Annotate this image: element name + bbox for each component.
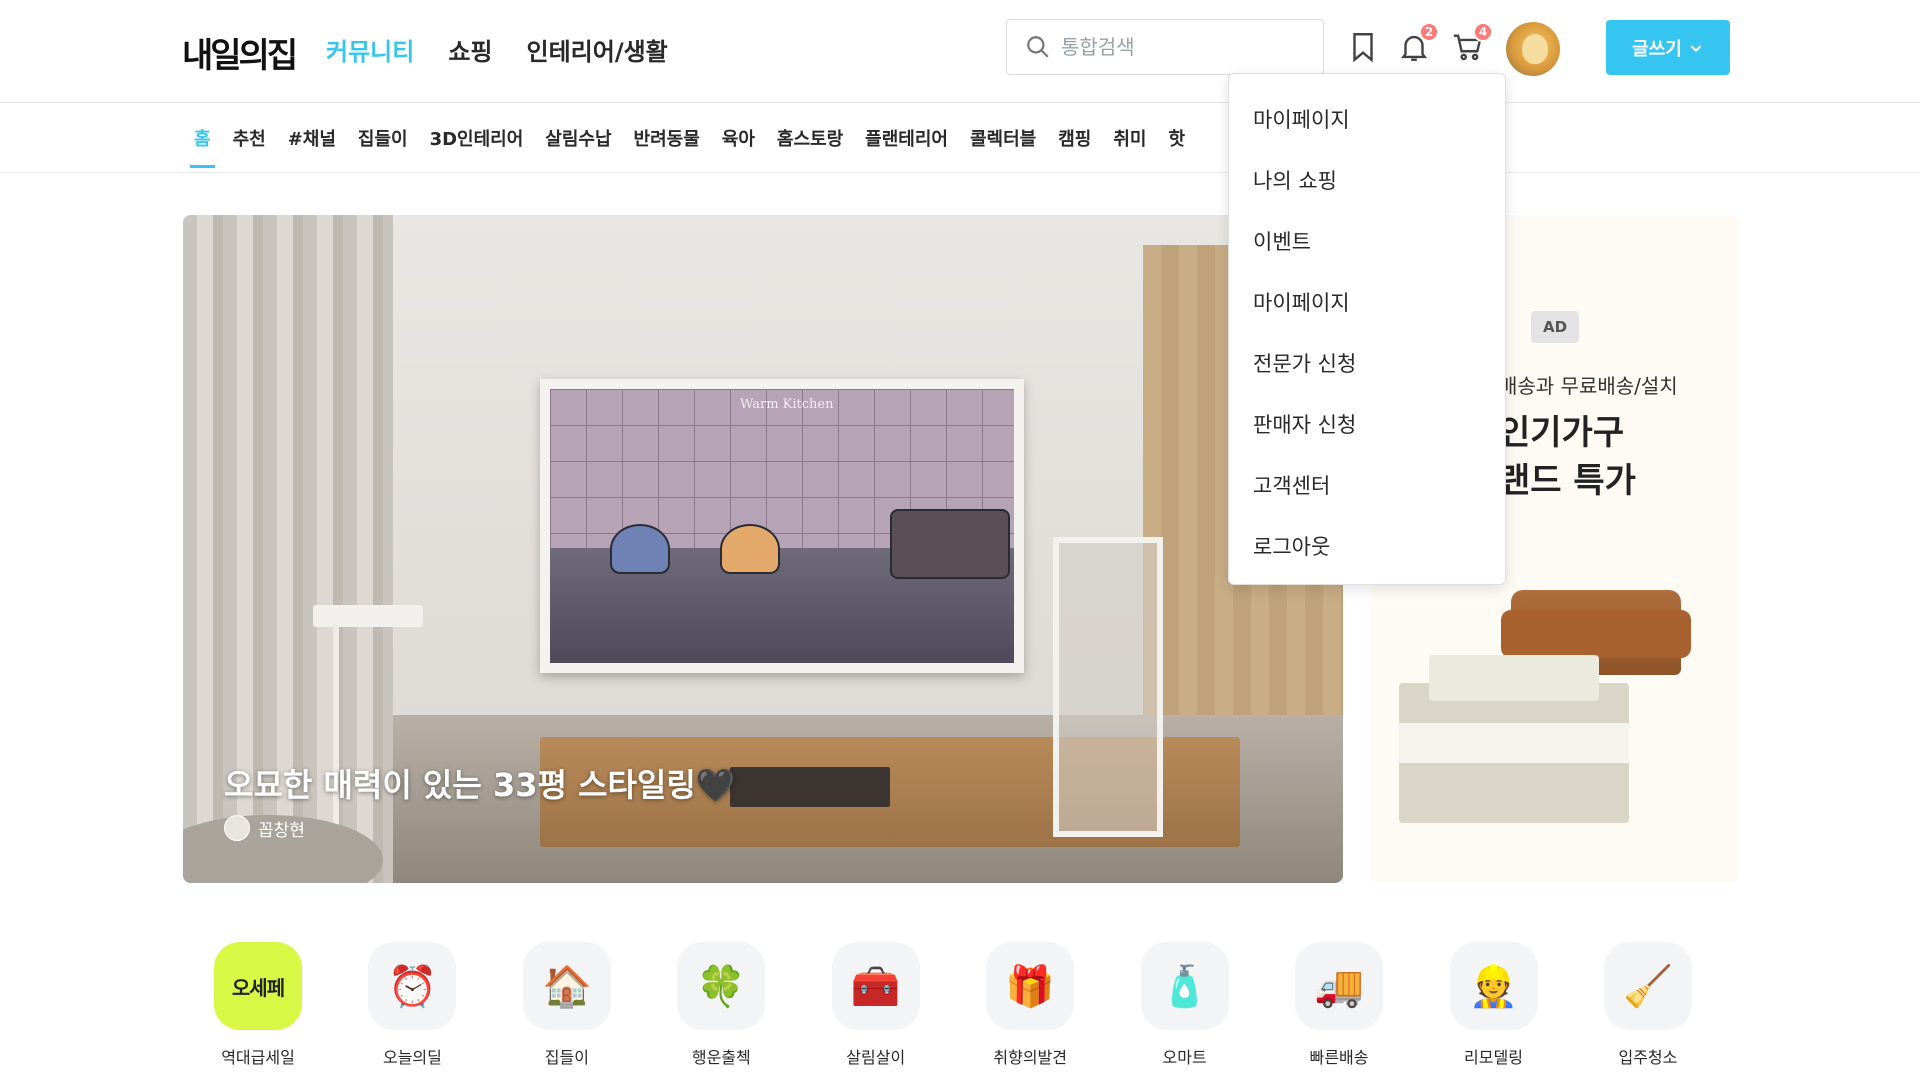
ad-headline-1: 인기가구: [1499, 413, 1625, 453]
nav-shopping[interactable]: 쇼핑: [448, 32, 492, 67]
quick-item-todays-deal[interactable]: ⏰ 오늘의딜: [347, 942, 477, 1068]
dropdown-item-mypage[interactable]: 마이페이지: [1229, 88, 1505, 149]
quick-item-lucky-checkin[interactable]: 🍀 행운출첵: [656, 942, 786, 1068]
hero-lamp: [313, 605, 423, 627]
bookmark-button[interactable]: [1346, 30, 1380, 64]
quick-label: 역대급세일: [221, 1048, 295, 1067]
dropdown-item-customer-center[interactable]: 고객센터: [1229, 454, 1505, 515]
profile-dropdown: 마이페이지 나의 쇼핑 이벤트 마이페이지 전문가 신청 판매자 신청 고객센터…: [1228, 73, 1506, 585]
sale-icon: 오세페: [214, 942, 302, 1030]
search-input[interactable]: [1061, 35, 1301, 59]
hero-author[interactable]: 꼽창현: [224, 815, 305, 841]
hero-glass-cabinet: [1053, 537, 1163, 837]
quick-item-household[interactable]: 🧰 살림살이: [811, 942, 941, 1068]
subnav-homestaurant[interactable]: 홈스토랑: [777, 125, 843, 151]
ad-subtitle: 배송과 무료배송/설치: [1499, 374, 1678, 398]
quick-label: 오늘의딜: [382, 1048, 442, 1067]
dropdown-item-my-shopping[interactable]: 나의 쇼핑: [1229, 149, 1505, 210]
search-icon: [1027, 36, 1049, 58]
quick-item-housewarming[interactable]: 🏠 집들이: [502, 942, 632, 1068]
nav-interior-life[interactable]: 인테리어/생활: [527, 32, 668, 67]
hero-art-caption: Warm Kitchen: [740, 397, 834, 412]
hero-art-frame: Warm Kitchen: [540, 379, 1024, 673]
logo[interactable]: 내일의집: [182, 28, 298, 77]
hero-art: Warm Kitchen: [550, 389, 1014, 663]
quick-label: 취향의발견: [993, 1048, 1067, 1067]
drawer-icon: 🧰: [831, 942, 920, 1030]
notification-button[interactable]: 2: [1397, 22, 1439, 64]
hero-art-kettle-orange: [720, 524, 780, 574]
author-name: 꼽창현: [258, 820, 305, 841]
ad-headline-2: 랜드 특가: [1499, 461, 1636, 501]
hero-art-toaster: [890, 509, 1010, 579]
subnav-pets[interactable]: 반려동물: [634, 125, 700, 151]
hero-banner[interactable]: Warm Kitchen 오묘한 매력이 있는 33평 스타일링🖤 꼽창현: [183, 215, 1343, 883]
quick-label: 빠른배송: [1309, 1048, 1369, 1067]
bottle-icon: 🧴: [1140, 942, 1229, 1030]
gift-icon: 🎁: [986, 942, 1075, 1030]
dropdown-item-logout[interactable]: 로그아웃: [1229, 515, 1505, 576]
search-box[interactable]: [1006, 19, 1324, 75]
subnav-planterior[interactable]: 플랜테리어: [865, 125, 948, 151]
bookmark-icon: [1353, 33, 1373, 63]
cart-button[interactable]: 4: [1451, 22, 1493, 64]
page: 내일의집 커뮤니티 쇼핑 인테리어/생활 2 4 글쓰기 홈: [0, 0, 1920, 1080]
quick-item-omart[interactable]: 🧴 오마트: [1120, 942, 1250, 1068]
quick-item-remodeling[interactable]: 👷 리모델링: [1429, 942, 1559, 1068]
quick-label: 입주청소: [1618, 1048, 1678, 1067]
quick-label: 살림살이: [846, 1048, 906, 1067]
clover-icon: 🍀: [677, 942, 766, 1030]
ad-badge: AD: [1531, 311, 1579, 343]
main-nav: 커뮤니티 쇼핑 인테리어/생활: [326, 32, 668, 67]
hero-title[interactable]: 오묘한 매력이 있는 33평 스타일링🖤: [224, 760, 736, 806]
subnav-parenting[interactable]: 육아: [722, 125, 755, 151]
quick-item-taste[interactable]: 🎁 취향의발견: [965, 942, 1095, 1068]
nav-community[interactable]: 커뮤니티: [326, 32, 414, 67]
chevron-down-icon: [1690, 44, 1702, 52]
subnav-3d-interior[interactable]: 3D인테리어: [430, 125, 524, 151]
subnav-storage[interactable]: 살림수납: [545, 125, 611, 151]
subnav-hot[interactable]: 핫: [1168, 125, 1185, 151]
write-button-label: 글쓰기: [1632, 38, 1682, 60]
quick-item-fast-delivery[interactable]: 🚚 빠른배송: [1274, 942, 1404, 1068]
sub-nav-list: 홈 추천 #채널 집들이 3D인테리어 살림수납 반려동물 육아 홈스토랑 플랜…: [190, 125, 1185, 168]
quick-label: 리모델링: [1464, 1048, 1523, 1067]
user-avatar[interactable]: [1506, 22, 1560, 76]
worker-icon: 👷: [1449, 942, 1538, 1030]
subnav-recommend[interactable]: 추천: [233, 125, 266, 151]
house-search-icon: 🏠: [522, 942, 611, 1030]
subnav-camping[interactable]: 캠핑: [1058, 125, 1091, 151]
quick-menu: 오세페 역대급세일 ⏰ 오늘의딜 🏠 집들이 🍀 행운출첵 🧰 살림살이 🎁 취…: [193, 942, 1713, 1068]
quick-item-cleaning[interactable]: 🧹 입주청소: [1583, 942, 1713, 1068]
header: 내일의집 커뮤니티 쇼핑 인테리어/생활 2 4 글쓰기: [0, 0, 1920, 103]
dropdown-item-event[interactable]: 이벤트: [1229, 210, 1505, 271]
ad-bed-image: [1399, 655, 1629, 823]
cart-badge: 4: [1473, 22, 1493, 42]
author-avatar: [224, 815, 250, 841]
notification-badge: 2: [1419, 22, 1439, 42]
dropdown-item-expert-apply[interactable]: 전문가 신청: [1229, 332, 1505, 393]
truck-icon: 🚚: [1295, 942, 1384, 1030]
quick-label: 집들이: [544, 1048, 589, 1067]
subnav-collectible[interactable]: 콜렉터블: [970, 125, 1036, 151]
subnav-channel[interactable]: #채널: [288, 125, 336, 151]
sale-icon-text: 오세페: [231, 975, 285, 1000]
quick-item-sale[interactable]: 오세페 역대급세일: [193, 942, 323, 1068]
subnav-home[interactable]: 홈: [190, 125, 215, 168]
quick-label: 행운출첵: [691, 1048, 751, 1067]
dropdown-item-seller-apply[interactable]: 판매자 신청: [1229, 393, 1505, 454]
hero-art-kettle-blue: [610, 524, 670, 574]
subnav-hobby[interactable]: 취미: [1113, 125, 1146, 151]
alarm-clock-icon: ⏰: [368, 942, 457, 1030]
dropdown-item-mypage-2[interactable]: 마이페이지: [1229, 271, 1505, 332]
sub-nav: 홈 추천 #채널 집들이 3D인테리어 살림수납 반려동물 육아 홈스토랑 플랜…: [0, 103, 1920, 173]
broom-icon: 🧹: [1603, 942, 1692, 1030]
write-button[interactable]: 글쓰기: [1606, 20, 1730, 75]
subnav-housewarming[interactable]: 집들이: [358, 125, 408, 151]
quick-label: 오마트: [1162, 1048, 1207, 1067]
